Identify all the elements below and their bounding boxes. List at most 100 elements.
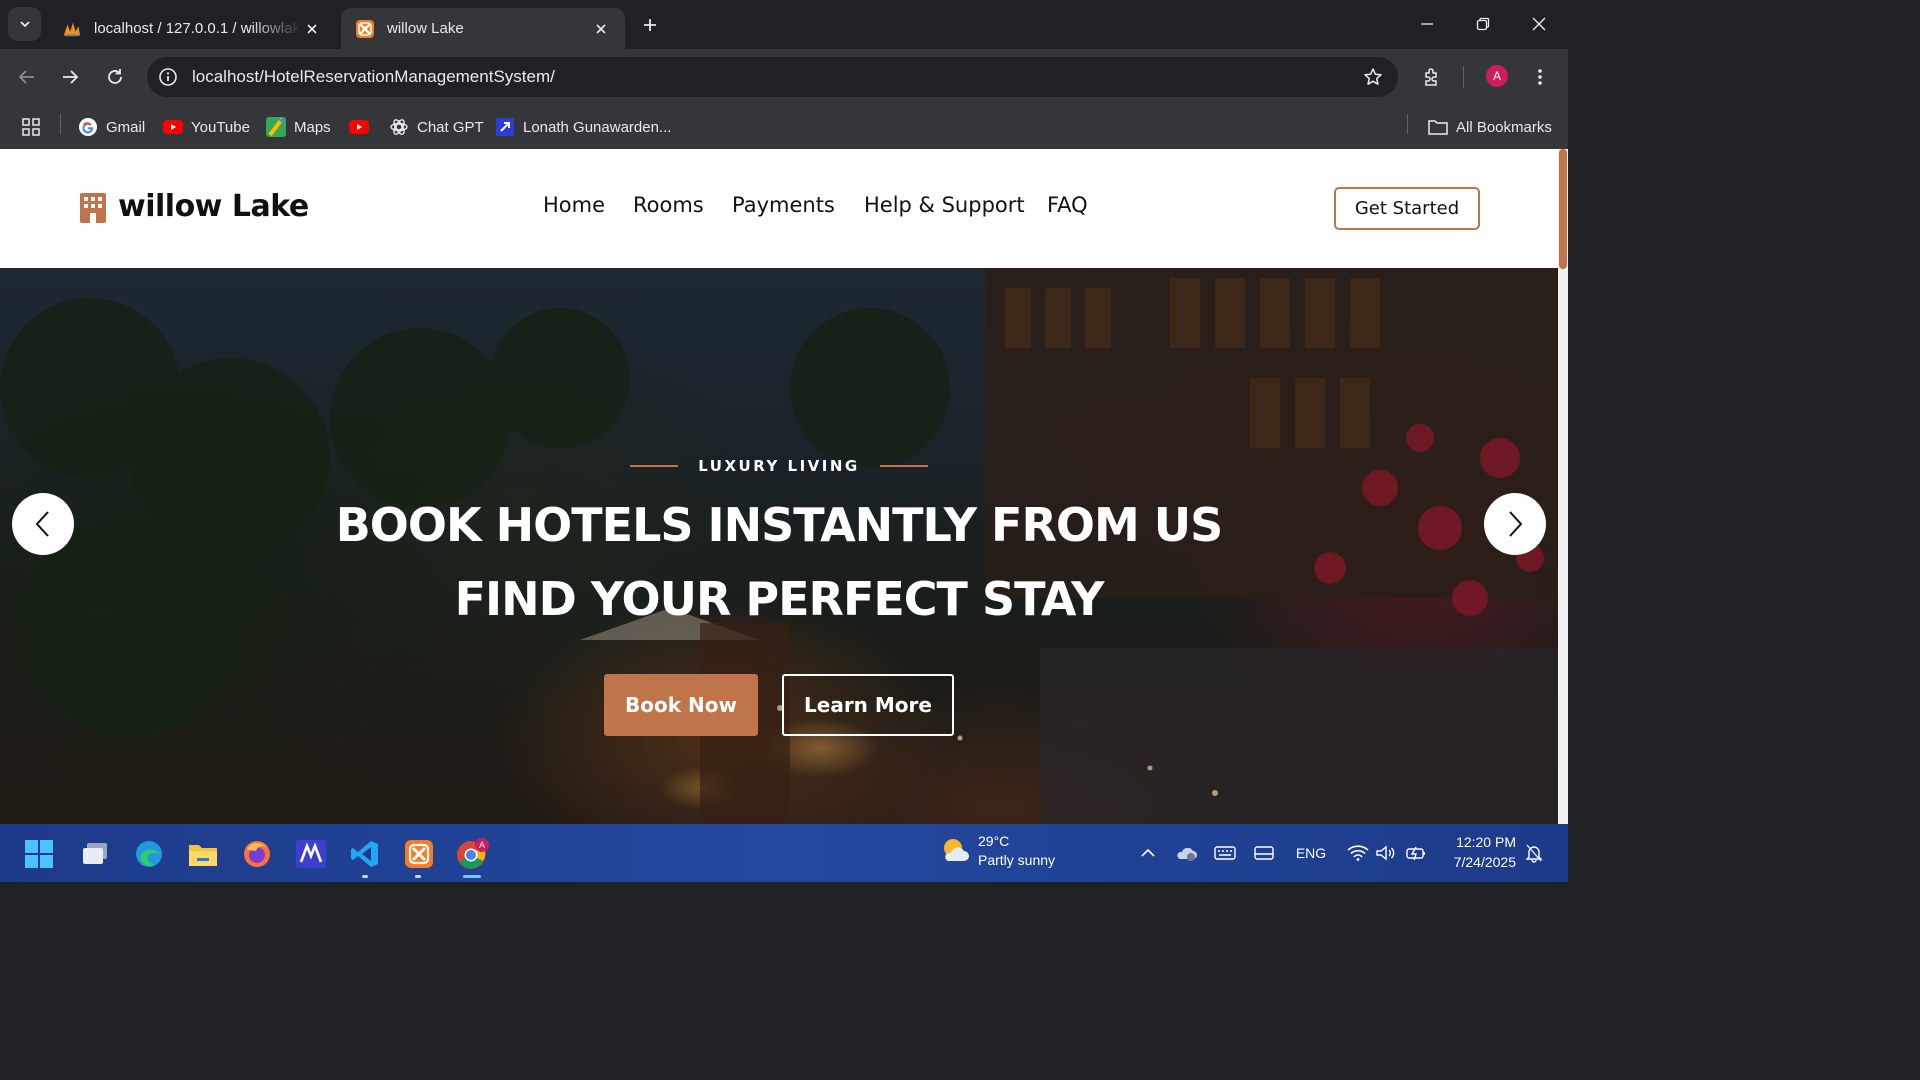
- hero-kicker: LUXURY LIVING: [0, 457, 1558, 475]
- windows-taskbar: A 29°C Partly sunny ENG 12:20 PM 7/24/20…: [0, 824, 1568, 882]
- taskbar-edge[interactable]: [129, 834, 169, 874]
- close-window-button[interactable]: [1511, 0, 1567, 48]
- chrome-profile-badge: A: [479, 840, 485, 850]
- bookmark-label: YouTube: [191, 118, 250, 136]
- nav-link-rooms[interactable]: Rooms: [633, 193, 704, 217]
- reload-icon: [108, 69, 122, 84]
- bookmarks-bar: Gmail YouTube Maps Chat GPT Lonath Gunaw…: [0, 105, 1568, 149]
- learn-more-button[interactable]: Learn More: [782, 674, 954, 736]
- hotel-building-icon: [80, 192, 106, 223]
- carousel-prev-button[interactable]: [12, 493, 74, 555]
- get-started-button[interactable]: Get Started: [1334, 187, 1480, 230]
- bookmark-label: Chat GPT: [417, 118, 484, 136]
- weather-widget[interactable]: 29°C Partly sunny: [940, 832, 1055, 870]
- scrollbar-thumb[interactable]: [1559, 149, 1567, 269]
- bookmark-gmail[interactable]: Gmail: [78, 114, 145, 140]
- maps-icon: [266, 117, 286, 137]
- taskbar-firefox[interactable]: [237, 834, 277, 874]
- volume-tray[interactable]: [1374, 840, 1398, 866]
- reload-button[interactable]: [99, 61, 131, 93]
- back-button[interactable]: [11, 61, 43, 93]
- firefox-icon: [244, 841, 270, 867]
- book-now-button[interactable]: Book Now: [604, 674, 758, 736]
- vscode-icon: [351, 841, 378, 867]
- address-bar[interactable]: localhost/HotelReservationManagementSyst…: [147, 57, 1398, 97]
- weather-description: Partly sunny: [978, 852, 1056, 868]
- tablet-icon: [1254, 846, 1274, 860]
- profile-avatar[interactable]: A: [1486, 65, 1508, 87]
- edge-icon: [136, 841, 162, 867]
- restore-icon: [1476, 17, 1490, 31]
- restore-button[interactable]: [1455, 0, 1511, 48]
- more-vertical-icon: [1538, 69, 1542, 85]
- google-icon: [78, 117, 98, 137]
- puzzle-icon: [1425, 68, 1437, 86]
- bookmark-chatgpt[interactable]: Chat GPT: [389, 114, 484, 140]
- bookmark-star-icon[interactable]: [1362, 66, 1384, 88]
- bookmark-lonath[interactable]: Lonath Gunawarden...: [495, 114, 671, 140]
- bookmark-label: Gmail: [106, 118, 146, 136]
- nav-link-faq[interactable]: FAQ: [1047, 193, 1088, 217]
- browser-menu-button[interactable]: [1524, 61, 1556, 93]
- apps-grid-icon: [22, 118, 40, 136]
- youtube-icon: [163, 117, 183, 137]
- show-hidden-icons-button[interactable]: [1137, 840, 1159, 866]
- arrow-left-icon: [18, 70, 34, 84]
- chrome-icon: A: [457, 838, 489, 869]
- language-indicator[interactable]: ENG: [1292, 840, 1330, 866]
- close-tab-icon[interactable]: [302, 19, 322, 39]
- touch-keyboard-tray[interactable]: [1213, 840, 1237, 866]
- wifi-tray[interactable]: [1346, 840, 1370, 866]
- weather-temperature: 29°C: [978, 833, 1010, 849]
- kicker-line-right: [879, 465, 928, 467]
- taskbar-chrome[interactable]: A: [452, 834, 492, 874]
- system-clock[interactable]: 12:20 PM 7/24/2025: [1438, 832, 1516, 872]
- bookmark-label: Maps: [294, 118, 331, 136]
- all-bookmarks-button[interactable]: All Bookmarks: [1428, 114, 1552, 140]
- page-scrollbar[interactable]: [1558, 149, 1568, 824]
- start-button[interactable]: [19, 834, 59, 874]
- apps-button[interactable]: [22, 114, 40, 140]
- hero-carousel: LUXURY LIVING BOOK HOTELS INSTANTLY FROM…: [0, 268, 1558, 824]
- minimize-icon: [1421, 23, 1433, 25]
- close-tab-icon[interactable]: [591, 19, 611, 39]
- address-url[interactable]: localhost/HotelReservationManagementSyst…: [192, 67, 555, 87]
- extensions-button[interactable]: [1416, 61, 1448, 93]
- toolbar-divider: [1463, 66, 1464, 88]
- nav-link-help-support[interactable]: Help & Support: [864, 193, 1025, 217]
- forward-button[interactable]: [54, 61, 86, 93]
- site-header: willow Lake Home Rooms Payments Help & S…: [0, 149, 1558, 268]
- hero-headline-1: BOOK HOTELS INSTANTLY FROM US: [335, 498, 1224, 552]
- bookmarks-divider: [60, 114, 61, 134]
- bookmark-youtube[interactable]: YouTube: [163, 114, 250, 140]
- browser-tab-phpmyadmin[interactable]: localhost / 127.0.0.1 / willowlake: [48, 8, 336, 49]
- taskbar-file-explorer[interactable]: [183, 834, 223, 874]
- onedrive-tray[interactable]: [1174, 840, 1198, 866]
- tab-search-button[interactable]: [8, 7, 41, 41]
- minimize-button[interactable]: [1399, 0, 1455, 48]
- carousel-next-button[interactable]: [1484, 493, 1546, 555]
- folder-icon: [1428, 117, 1448, 137]
- task-view-button[interactable]: [75, 834, 115, 874]
- chevron-left-icon: [35, 511, 49, 537]
- new-tab-button[interactable]: [636, 11, 664, 39]
- running-indicator: [362, 875, 368, 878]
- nav-link-home[interactable]: Home: [543, 193, 605, 217]
- bookmarks-divider: [1407, 114, 1408, 134]
- taskbar-vscode[interactable]: [345, 834, 385, 874]
- screen: localhost / 127.0.0.1 / willowlake willo…: [0, 0, 1568, 882]
- site-info-icon[interactable]: [157, 66, 179, 88]
- bookmark-youtube-2[interactable]: [349, 114, 377, 140]
- browser-tab-willow-lake[interactable]: willow Lake: [341, 8, 625, 49]
- taskbar-app-m[interactable]: [291, 834, 331, 874]
- taskbar-xampp[interactable]: [399, 834, 439, 874]
- site-logo[interactable]: willow Lake: [78, 189, 309, 224]
- nav-link-payments[interactable]: Payments: [732, 193, 835, 217]
- bookmark-maps[interactable]: Maps: [266, 114, 331, 140]
- pen-tray[interactable]: [1252, 840, 1276, 866]
- xampp-icon: [405, 840, 433, 868]
- hero-headline-2: FIND YOUR PERFECT STAY: [454, 572, 1105, 626]
- notifications-button[interactable]: [1522, 840, 1546, 866]
- app-icon: [495, 117, 515, 137]
- battery-tray[interactable]: [1404, 840, 1428, 866]
